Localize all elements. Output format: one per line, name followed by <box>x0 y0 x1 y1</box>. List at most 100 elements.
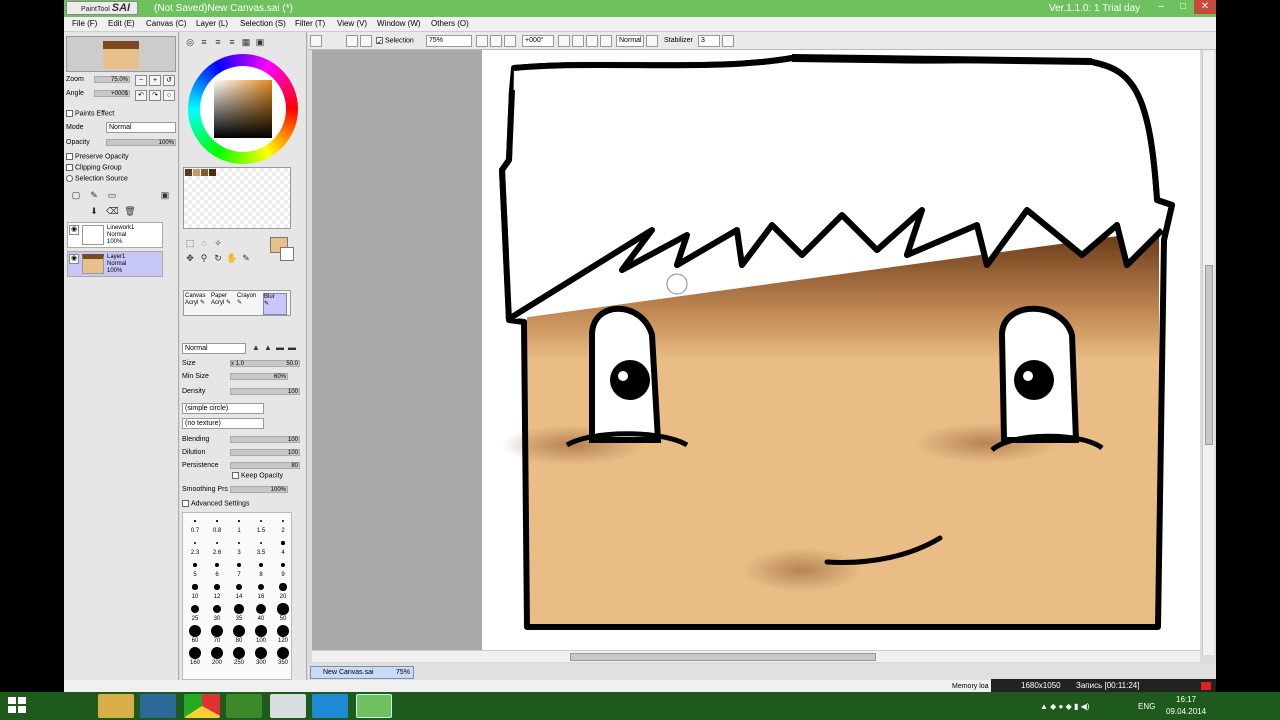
brush-size-dot[interactable] <box>277 603 289 615</box>
brush-size-dot[interactable] <box>236 584 242 590</box>
layer-row-linework[interactable]: ◉ Linework1 Normal 100% <box>67 222 163 248</box>
tray-icons[interactable]: ▲ ◆ ● ◆ ▮ ◀) <box>1040 702 1089 711</box>
canvas-mode-field[interactable]: Normal <box>616 35 644 47</box>
menu-filter[interactable]: Filter (T) <box>295 19 325 28</box>
app-taskbar-icon[interactable] <box>140 694 176 718</box>
rgb-slider-icon[interactable]: ≡ <box>198 36 210 48</box>
horizontal-scrollbar[interactable] <box>312 650 1200 662</box>
scratchpad-icon[interactable]: ▣ <box>254 36 266 48</box>
rotate-tool-icon[interactable]: ↻ <box>212 252 224 264</box>
zoom-in-icon[interactable]: + <box>149 75 161 86</box>
dilution-slider[interactable]: 100 <box>230 449 300 456</box>
flip-horizontal-icon[interactable] <box>600 35 612 47</box>
selection-checkbox[interactable]: ✓ Selection <box>376 37 414 46</box>
invert-selection-icon[interactable] <box>360 35 372 47</box>
minimize-button[interactable]: – <box>1150 0 1172 14</box>
color-wheel[interactable] <box>188 54 298 164</box>
navigator-preview[interactable] <box>66 36 176 72</box>
brush-size-dot[interactable] <box>255 625 267 637</box>
rotate-reset-icon[interactable] <box>586 35 598 47</box>
yandex-taskbar-icon[interactable] <box>270 694 306 718</box>
brush-blend-mode-select[interactable]: Normal <box>182 343 246 354</box>
brush-size-dot[interactable] <box>259 541 263 545</box>
menu-file[interactable]: File (F) <box>72 19 97 28</box>
swatch-4[interactable] <box>209 169 216 176</box>
menu-canvas[interactable]: Canvas (C) <box>146 19 186 28</box>
clear-layer-icon[interactable]: ⌫ <box>106 205 119 217</box>
zoom-slider[interactable]: 75.0% <box>94 76 130 83</box>
brush-size-dot[interactable] <box>237 541 241 545</box>
brush-size-dot[interactable] <box>281 519 285 523</box>
new-linework-layer-icon[interactable]: ✎ <box>88 189 100 201</box>
blending-slider[interactable]: 100 <box>230 436 300 443</box>
brush-shape-square-icon[interactable]: ▬ <box>286 342 298 354</box>
brush-size-dot[interactable] <box>215 563 219 567</box>
angle-slider[interactable]: +000$ <box>94 90 130 97</box>
rotate-right-icon[interactable]: ↷ <box>149 90 161 101</box>
close-button[interactable]: ✕ <box>1194 0 1216 14</box>
clock-time[interactable]: 16:17 <box>1176 695 1196 704</box>
smoothing-slider[interactable]: 100% <box>230 486 288 493</box>
zoom-plus-icon[interactable] <box>490 35 502 47</box>
brush-size-dot[interactable] <box>212 604 222 614</box>
new-layer-icon[interactable]: ▢ <box>70 189 82 201</box>
mode-toggle-icon[interactable] <box>646 35 658 47</box>
windows-update-taskbar-icon[interactable] <box>226 694 262 718</box>
brush-size-dot[interactable] <box>193 541 197 545</box>
rect-select-icon[interactable]: ⬚ <box>184 237 196 249</box>
paint-tool-sai-taskbar-icon[interactable] <box>356 694 392 718</box>
rotate-reset-icon[interactable]: ○ <box>163 90 175 101</box>
eye-icon[interactable]: ◉ <box>69 225 79 235</box>
swatch-1[interactable] <box>185 169 192 176</box>
blend-mode-select[interactable]: Normal <box>106 122 176 133</box>
brush-paper-acrylic[interactable]: Paper Acryl ✎ <box>211 293 235 315</box>
brush-size-dot[interactable] <box>191 605 199 613</box>
secondary-color-swatch[interactable] <box>280 247 294 261</box>
view-reset-icon[interactable] <box>310 35 322 47</box>
delete-layer-icon[interactable]: 🗑 <box>124 205 136 217</box>
brush-canvas-acrylic[interactable]: Canvas Acryl ✎ <box>185 293 209 315</box>
brush-size-dot[interactable] <box>277 625 289 637</box>
clock-date[interactable]: 09.04.2014 <box>1166 707 1206 716</box>
brush-size-dot[interactable] <box>255 603 267 615</box>
eye-icon[interactable]: ◉ <box>69 254 79 264</box>
brush-size-dot[interactable] <box>214 584 220 590</box>
skype-taskbar-icon[interactable] <box>312 694 348 718</box>
lasso-icon[interactable]: ◌ <box>198 237 210 249</box>
record-icon[interactable] <box>1201 682 1211 690</box>
keep-opacity-checkbox[interactable]: Keep Opacity <box>232 472 283 479</box>
new-folder-icon[interactable]: ▭ <box>106 189 118 201</box>
swatch-3[interactable] <box>201 169 208 176</box>
color-palette-icon[interactable]: ≡ <box>226 36 238 48</box>
zoom-minus-icon[interactable] <box>476 35 488 47</box>
move-icon[interactable]: ✥ <box>184 252 196 264</box>
zoom-reset-icon[interactable]: ↺ <box>163 75 175 86</box>
brush-size-dot[interactable] <box>211 647 223 659</box>
menu-selection[interactable]: Selection (S) <box>240 19 286 28</box>
brush-crayon[interactable]: Crayon ✎ <box>237 293 261 315</box>
zoom-fit-icon[interactable] <box>504 35 516 47</box>
swatch-mode-icon[interactable]: ▦ <box>240 36 252 48</box>
brush-size-dot[interactable] <box>194 520 196 522</box>
brush-size-dot[interactable] <box>216 520 218 522</box>
layer-options-icon[interactable]: ▣ <box>159 189 171 201</box>
brush-size-dot[interactable] <box>258 562 264 568</box>
brush-size-dot[interactable] <box>189 625 201 637</box>
swatch-grid[interactable] <box>183 167 291 229</box>
brush-size-dot[interactable] <box>279 583 287 591</box>
explorer-taskbar-icon[interactable] <box>98 694 134 718</box>
paints-effect-toggle[interactable]: Paints Effect <box>66 110 114 117</box>
persistence-slider[interactable]: 80 <box>230 462 300 469</box>
color-wheel-mode-icon[interactable]: ◎ <box>184 36 196 48</box>
hsv-slider-icon[interactable]: ≡ <box>212 36 224 48</box>
menu-layer[interactable]: Layer (L) <box>196 19 228 28</box>
layer-row-layer1[interactable]: ◉ Layer1 Normal 100% <box>67 251 163 277</box>
saturation-value-square[interactable] <box>214 80 272 138</box>
brush-size-dot[interactable] <box>215 541 219 545</box>
size-slider[interactable]: x 1.0 50.0 <box>230 360 300 367</box>
menu-view[interactable]: View (V) <box>337 19 367 28</box>
chrome-taskbar-icon[interactable] <box>184 694 220 718</box>
brush-size-dot[interactable] <box>234 604 244 614</box>
selection-source-checkbox[interactable]: Selection Source <box>66 175 128 182</box>
brush-size-dot[interactable] <box>233 625 245 637</box>
